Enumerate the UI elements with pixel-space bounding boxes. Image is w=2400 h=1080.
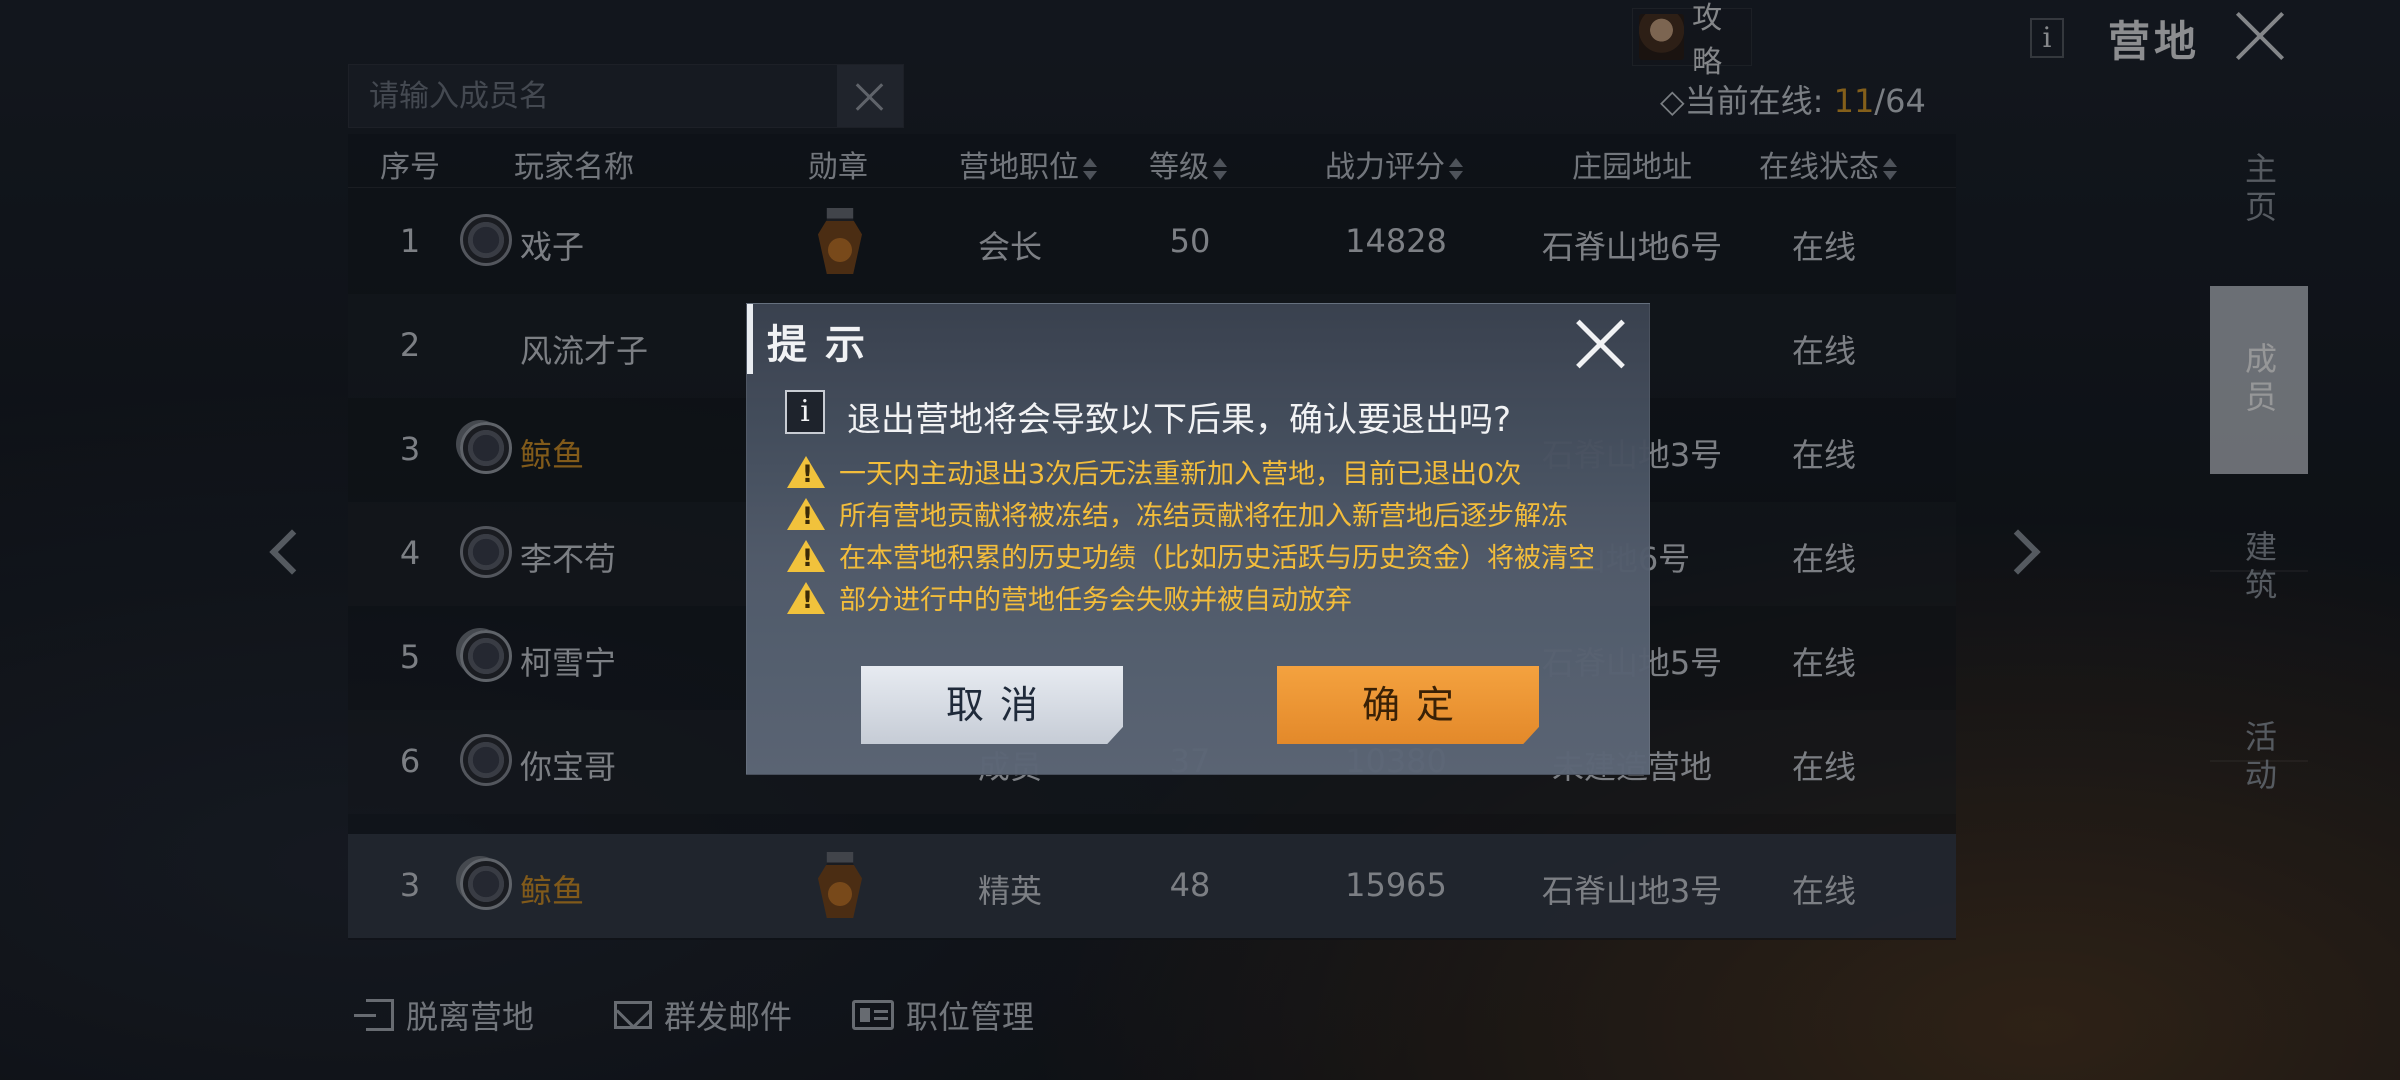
warning-item: 所有营地贡献将被冻结，冻结贡献将在加入新营地后逐步解冻 bbox=[787, 494, 1568, 533]
dialog-title-accent bbox=[747, 304, 753, 374]
warning-text: 所有营地贡献将被冻结，冻结贡献将在加入新营地后逐步解冻 bbox=[839, 501, 1568, 532]
dialog-close-icon[interactable] bbox=[1573, 316, 1629, 372]
warning-text: 在本营地积累的历史功绩（比如历史活跃与历史资金）将被清空 bbox=[839, 543, 1595, 574]
warning-icon bbox=[787, 455, 825, 488]
warning-text: 部分进行中的营地任务会失败并被自动放弃 bbox=[839, 585, 1352, 616]
warning-icon bbox=[787, 581, 825, 614]
warning-item: 一天内主动退出3次后无法重新加入营地，目前已退出0次 bbox=[787, 452, 1521, 491]
confirm-button[interactable]: 确定 bbox=[1277, 666, 1539, 744]
warning-item: 在本营地积累的历史功绩（比如历史活跃与历史资金）将被清空 bbox=[787, 536, 1595, 575]
warning-item: 部分进行中的营地任务会失败并被自动放弃 bbox=[787, 578, 1352, 617]
warning-text: 一天内主动退出3次后无法重新加入营地，目前已退出0次 bbox=[839, 459, 1522, 490]
confirm-leave-dialog: 提示 i 退出营地将会导致以下后果，确认要退出吗? 一天内主动退出3次后无法重新… bbox=[746, 303, 1650, 775]
warning-icon bbox=[787, 539, 825, 572]
dialog-title: 提示 bbox=[767, 322, 883, 368]
cancel-button[interactable]: 取消 bbox=[861, 666, 1123, 744]
warning-icon bbox=[787, 497, 825, 530]
dialog-question: 退出营地将会导致以下后果，确认要退出吗? bbox=[847, 400, 1512, 440]
info-icon: i bbox=[785, 390, 825, 434]
